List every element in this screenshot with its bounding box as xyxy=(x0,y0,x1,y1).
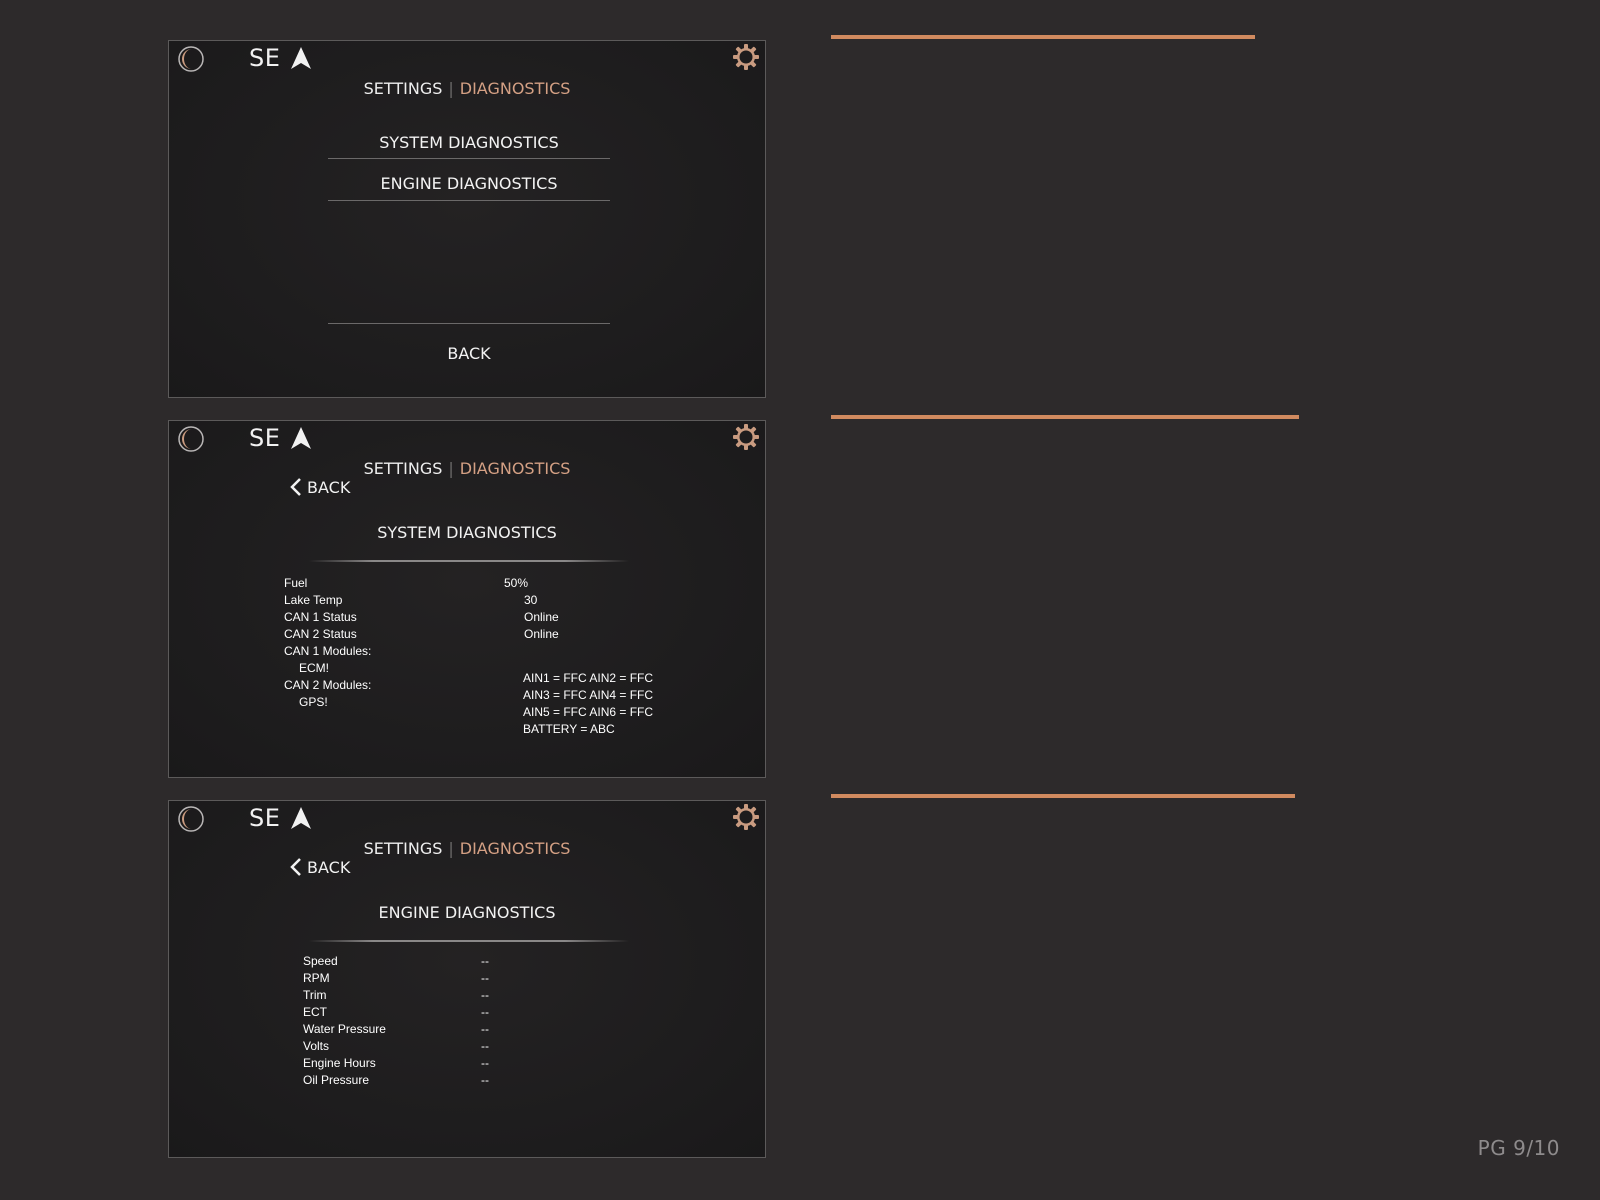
system-diagnostics-screen: SE SETTINGS | DIAGNOSTICS BACK SYSTEM DIAG… xyxy=(168,420,766,778)
breadcrumb: SETTINGS | DIAGNOSTICS xyxy=(169,839,765,858)
trim-value: -- xyxy=(481,988,489,1002)
speed-value: -- xyxy=(481,954,489,968)
fuel-value-text: 50% xyxy=(504,576,529,590)
engine-labels: Speed RPM Trim ECT Water Pressure Volts … xyxy=(303,953,386,1089)
battery-row: BATTERY = ABC xyxy=(523,722,615,736)
heading-label: SE xyxy=(249,804,281,832)
breadcrumb: SETTINGS | DIAGNOSTICS xyxy=(169,459,765,478)
breadcrumb-settings[interactable]: SETTINGS xyxy=(364,459,443,478)
page-number: PG 9/10 xyxy=(1477,1136,1560,1160)
ain-values: AIN1 = FFC AIN2 = FFC AIN3 = FFC AIN4 = … xyxy=(523,670,653,738)
fuel-value: 50% xyxy=(504,575,528,592)
can2-module-item: GPS! xyxy=(299,695,328,709)
gear-icon[interactable] xyxy=(732,43,760,71)
navigation-arrow-icon xyxy=(291,427,312,449)
engine-hours-label: Engine Hours xyxy=(303,1056,376,1070)
gear-icon[interactable] xyxy=(732,423,760,451)
trim-label: Trim xyxy=(303,988,327,1002)
brand: SE xyxy=(249,804,312,832)
back-button[interactable]: BACK xyxy=(289,477,350,497)
can1-status-label: CAN 1 Status xyxy=(284,610,357,624)
ain-row: AIN5 = FFC AIN6 = FFC xyxy=(523,705,654,719)
navigation-arrow-icon xyxy=(291,47,312,69)
gear-icon[interactable] xyxy=(732,803,760,831)
system-labels: Fuel Lake Temp CAN 1 Status CAN 2 Status… xyxy=(284,575,371,711)
speed-label: Speed xyxy=(303,954,338,968)
oil-pressure-value: -- xyxy=(481,1073,489,1087)
breadcrumb-separator: | xyxy=(448,839,454,858)
ect-value: -- xyxy=(481,1005,489,1019)
moon-icon[interactable] xyxy=(178,806,204,832)
engine-values: -- -- -- -- -- -- -- -- xyxy=(481,953,489,1089)
ain-row: AIN1 = FFC AIN2 = FFC xyxy=(523,671,654,685)
back-button[interactable]: BACK xyxy=(289,857,350,877)
can2-status-label: CAN 2 Status xyxy=(284,627,357,641)
heading-label: SE xyxy=(249,44,281,72)
navigation-arrow-icon xyxy=(291,807,312,829)
can2-modules-label: CAN 2 Modules: xyxy=(284,678,372,692)
section-title: ENGINE DIAGNOSTICS xyxy=(378,903,556,922)
can1-status-value: Online xyxy=(524,610,559,624)
back-button[interactable]: BACK xyxy=(328,323,610,374)
accent-line xyxy=(831,794,1295,798)
volts-value: -- xyxy=(481,1039,489,1053)
breadcrumb-settings[interactable]: SETTINGS xyxy=(364,839,443,858)
can1-modules-label: CAN 1 Modules: xyxy=(284,644,372,658)
fuel-label: Fuel xyxy=(284,576,308,590)
engine-diagnostics-screen: SE SETTINGS | DIAGNOSTICS BACK ENGINE DIAG… xyxy=(168,800,766,1158)
can1-module-item: ECM! xyxy=(299,661,329,675)
moon-icon[interactable] xyxy=(178,46,204,72)
system-values: 30 Online Online xyxy=(524,592,559,643)
can2-status-value: Online xyxy=(524,627,559,641)
chevron-left-icon xyxy=(290,478,301,496)
diagnostics-menu-screen: SE SETTINGS | DIAGNOSTICS SYSTEM DIAGNOSTI… xyxy=(168,40,766,398)
back-label: BACK xyxy=(307,477,351,497)
accent-line xyxy=(831,415,1299,419)
chevron-left-icon xyxy=(290,858,301,876)
brand: SE xyxy=(249,44,312,72)
moon-icon[interactable] xyxy=(178,426,204,452)
volts-label: Volts xyxy=(303,1039,330,1053)
system-diagnostics-button[interactable]: SYSTEM DIAGNOSTICS xyxy=(328,128,610,159)
breadcrumb-separator: | xyxy=(448,79,454,98)
divider xyxy=(309,940,629,942)
breadcrumb: SETTINGS | DIAGNOSTICS xyxy=(169,79,765,98)
back-label: BACK xyxy=(307,857,351,877)
breadcrumb-settings[interactable]: SETTINGS xyxy=(364,79,443,98)
water-pressure-value: -- xyxy=(481,1022,489,1036)
engine-hours-value: -- xyxy=(481,1056,489,1070)
oil-pressure-label: Oil Pressure xyxy=(303,1073,370,1087)
engine-diagnostics-button[interactable]: ENGINE DIAGNOSTICS xyxy=(328,167,610,201)
lake-temp-value: 30 xyxy=(524,593,538,607)
section-title: SYSTEM DIAGNOSTICS xyxy=(377,523,557,542)
rpm-label: RPM xyxy=(303,971,330,985)
water-pressure-label: Water Pressure xyxy=(303,1022,386,1036)
breadcrumb-diagnostics: DIAGNOSTICS xyxy=(459,839,571,858)
breadcrumb-diagnostics: DIAGNOSTICS xyxy=(459,79,571,98)
lake-temp-label: Lake Temp xyxy=(284,593,343,607)
brand: SE xyxy=(249,424,312,452)
breadcrumb-diagnostics: DIAGNOSTICS xyxy=(459,459,571,478)
breadcrumb-separator: | xyxy=(448,459,454,478)
divider xyxy=(309,560,629,562)
rpm-value: -- xyxy=(481,971,489,985)
accent-line xyxy=(831,35,1255,39)
ain-row: AIN3 = FFC AIN4 = FFC xyxy=(523,688,654,702)
ect-label: ECT xyxy=(303,1005,327,1019)
heading-label: SE xyxy=(249,424,281,452)
